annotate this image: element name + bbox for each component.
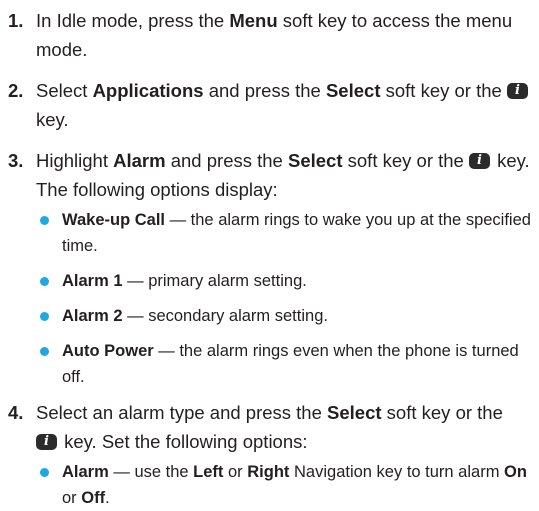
bullet-text: Wake-up Call — the alarm rings to wake y… — [62, 211, 531, 255]
menu-key-label: Menu — [229, 10, 278, 31]
step-number: 1. — [8, 10, 24, 31]
step-text: Select an alarm type and press the Selec… — [36, 398, 531, 456]
step-number: 4. — [8, 402, 24, 423]
step-number: 3. — [8, 150, 24, 171]
applications-label: Applications — [92, 80, 204, 101]
bullet-dot-icon — [40, 216, 49, 225]
select-key-label: Select — [325, 80, 381, 101]
bullet-text: Auto Power — the alarm rings even when t… — [62, 342, 519, 386]
select-key-label: Select — [327, 402, 382, 423]
bullet-text: Alarm — use the Left or Right Navigation… — [62, 463, 527, 507]
bullet-dot-icon — [40, 347, 49, 356]
step-text: Highlight Alarm and press the Select sof… — [36, 146, 531, 204]
select-key-label: Select — [287, 150, 343, 171]
i-key-icon — [36, 434, 57, 450]
bullet-dot-icon — [40, 468, 49, 477]
step-text: Select Applications and press the Select… — [36, 76, 531, 134]
bullet-dot-icon — [40, 277, 49, 286]
bullet-text: Alarm 1 — primary alarm setting. — [62, 272, 307, 290]
bullet-dot-icon — [40, 312, 49, 321]
instruction-document: 1. In Idle mode, press the Menu soft key… — [0, 0, 539, 508]
bullet-text: Alarm 2 — secondary alarm setting. — [62, 307, 328, 325]
step-text: In Idle mode, press the Menu soft key to… — [36, 10, 513, 60]
step-number: 2. — [8, 80, 24, 101]
i-key-icon — [506, 83, 528, 99]
i-key-icon — [468, 153, 490, 169]
alarm-label: Alarm — [113, 150, 166, 171]
